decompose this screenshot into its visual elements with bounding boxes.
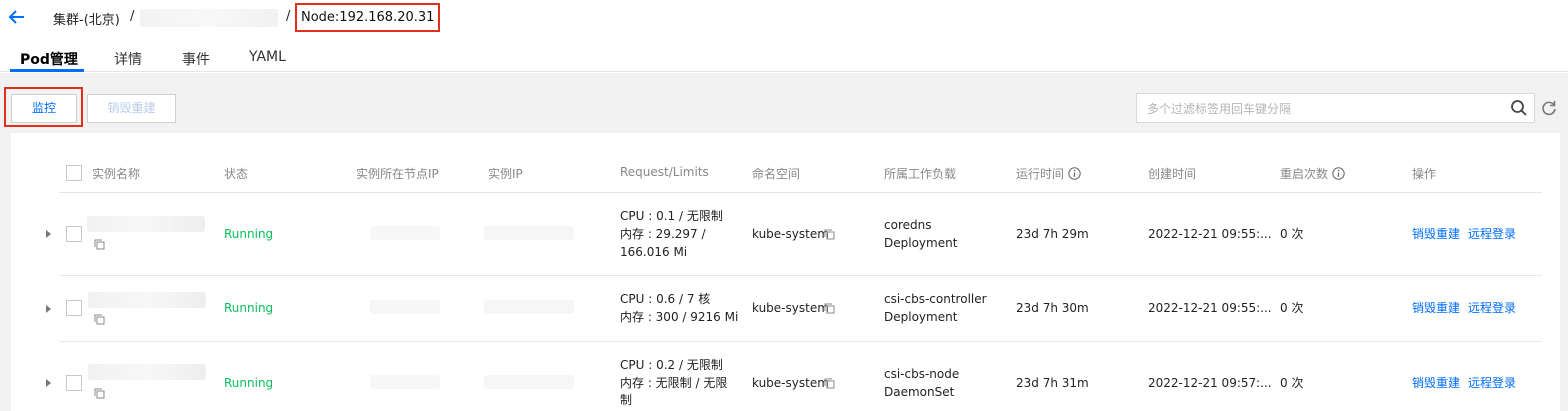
column-header-node-ip: 实例所在节点IP bbox=[356, 167, 439, 181]
request-limits-memory: 内存 : 无限制 / 无限 bbox=[620, 376, 728, 390]
expand-row-icon[interactable] bbox=[46, 379, 51, 387]
column-header-pod-ip: 实例IP bbox=[488, 167, 523, 181]
remote-login-link[interactable]: 远程登录 bbox=[1468, 225, 1516, 243]
redacted-node-ip bbox=[370, 226, 440, 240]
destroy-rebuild-link[interactable]: 销毁重建 bbox=[1412, 299, 1460, 317]
workload-name[interactable]: csi-cbs-node bbox=[884, 365, 959, 383]
redacted-node-ip bbox=[370, 375, 440, 389]
breadcrumb-separator: / bbox=[130, 9, 135, 24]
info-icon[interactable] bbox=[1068, 167, 1081, 180]
row-checkbox[interactable] bbox=[66, 300, 82, 316]
copy-icon[interactable] bbox=[824, 378, 835, 389]
destroy-rebuild-link[interactable]: 销毁重建 bbox=[1412, 225, 1460, 243]
refresh-icon[interactable] bbox=[1540, 99, 1558, 117]
breadcrumb-redacted bbox=[140, 9, 278, 27]
redacted-pod-name bbox=[87, 216, 205, 232]
row-divider bbox=[59, 275, 1542, 276]
redacted-pod-ip bbox=[484, 300, 574, 314]
row-checkbox[interactable] bbox=[66, 226, 82, 242]
created-time: 2022-12-21 09:57:... bbox=[1148, 376, 1272, 390]
breadcrumb-node: Node:192.168.20.31 bbox=[295, 3, 441, 32]
column-header-namespace: 命名空间 bbox=[752, 167, 801, 181]
copy-icon[interactable] bbox=[94, 388, 105, 399]
expand-row-icon[interactable] bbox=[46, 230, 51, 238]
column-header-runtime: 运行时间 bbox=[1016, 165, 1081, 182]
copy-icon[interactable] bbox=[94, 314, 105, 325]
workload-type: Deployment bbox=[884, 310, 958, 324]
redacted-pod-name bbox=[88, 292, 206, 308]
restart-count: 0 次 bbox=[1280, 301, 1304, 315]
row-checkbox[interactable] bbox=[66, 375, 82, 391]
breadcrumb-cluster[interactable]: 集群-(北京) bbox=[53, 9, 120, 28]
status-badge: Running bbox=[224, 227, 274, 241]
remote-login-link[interactable]: 远程登录 bbox=[1468, 374, 1516, 392]
runtime: 23d 7h 31m bbox=[1016, 376, 1089, 390]
request-limits-memory: 内存 : 29.297 / bbox=[620, 227, 706, 241]
column-header-name: 实例名称 bbox=[92, 167, 141, 181]
column-header-status: 状态 bbox=[224, 167, 249, 181]
back-arrow-icon[interactable] bbox=[8, 8, 26, 26]
request-limits-memory-cont: 制 bbox=[620, 393, 633, 407]
header-divider bbox=[59, 192, 1542, 193]
tab-details[interactable]: 详情 bbox=[114, 49, 142, 69]
workload-name[interactable]: coredns bbox=[884, 216, 931, 234]
row-divider bbox=[59, 341, 1542, 342]
copy-icon[interactable] bbox=[824, 229, 835, 240]
search-input[interactable] bbox=[1147, 100, 1507, 118]
copy-icon[interactable] bbox=[94, 239, 105, 250]
column-header-request-limits: Request/Limits bbox=[620, 165, 709, 179]
workload-name[interactable]: csi-cbs-controller bbox=[884, 290, 987, 308]
search-icon[interactable] bbox=[1510, 99, 1528, 117]
column-header-restarts: 重启次数 bbox=[1280, 165, 1345, 182]
request-limits-cpu: CPU : 0.1 / 无限制 bbox=[620, 209, 723, 223]
runtime: 23d 7h 29m bbox=[1016, 227, 1089, 241]
redacted-pod-ip bbox=[484, 375, 574, 389]
runtime: 23d 7h 30m bbox=[1016, 301, 1089, 315]
copy-icon[interactable] bbox=[824, 303, 835, 314]
request-limits-memory: 内存 : 300 / 9216 Mi bbox=[620, 310, 739, 324]
select-all-checkbox[interactable] bbox=[66, 165, 82, 181]
restart-count: 0 次 bbox=[1280, 376, 1304, 390]
workload-type: DaemonSet bbox=[884, 385, 955, 399]
column-header-created: 创建时间 bbox=[1148, 167, 1197, 181]
remote-login-link[interactable]: 远程登录 bbox=[1468, 299, 1516, 317]
status-badge: Running bbox=[224, 376, 274, 390]
top-bar: 集群-(北京) / / Node:192.168.20.31 Pod管理 详情 … bbox=[0, 0, 1568, 72]
request-limits-cpu: CPU : 0.6 / 7 核 bbox=[620, 292, 711, 306]
created-time: 2022-12-21 09:55:... bbox=[1148, 227, 1272, 241]
namespace: kube-system bbox=[752, 301, 829, 315]
redacted-node-ip bbox=[370, 300, 440, 314]
breadcrumb-separator: / bbox=[286, 9, 291, 24]
status-badge: Running bbox=[224, 301, 274, 315]
redacted-pod-name bbox=[88, 364, 206, 380]
created-time: 2022-12-21 09:55:... bbox=[1148, 301, 1272, 315]
active-tab-indicator bbox=[10, 69, 84, 72]
request-limits-memory-cont: 166.016 Mi bbox=[620, 245, 688, 259]
namespace: kube-system bbox=[752, 376, 829, 390]
monitor-button[interactable]: 监控 bbox=[11, 94, 77, 123]
column-header-workload: 所属工作负载 bbox=[884, 167, 957, 181]
namespace: kube-system bbox=[752, 227, 829, 241]
workload-type: Deployment bbox=[884, 236, 958, 250]
tab-yaml[interactable]: YAML bbox=[249, 49, 286, 65]
tab-pod-management[interactable]: Pod管理 bbox=[20, 49, 78, 69]
destroy-rebuild-button[interactable]: 销毁重建 bbox=[87, 94, 176, 123]
restart-count: 0 次 bbox=[1280, 227, 1304, 241]
redacted-pod-ip bbox=[484, 226, 574, 240]
request-limits-cpu: CPU : 0.2 / 无限制 bbox=[620, 358, 723, 372]
expand-row-icon[interactable] bbox=[46, 305, 51, 313]
destroy-rebuild-link[interactable]: 销毁重建 bbox=[1412, 374, 1460, 392]
tab-events[interactable]: 事件 bbox=[182, 49, 210, 69]
column-header-operations: 操作 bbox=[1412, 167, 1437, 181]
info-icon[interactable] bbox=[1332, 167, 1345, 180]
filter-search-box bbox=[1136, 93, 1535, 123]
